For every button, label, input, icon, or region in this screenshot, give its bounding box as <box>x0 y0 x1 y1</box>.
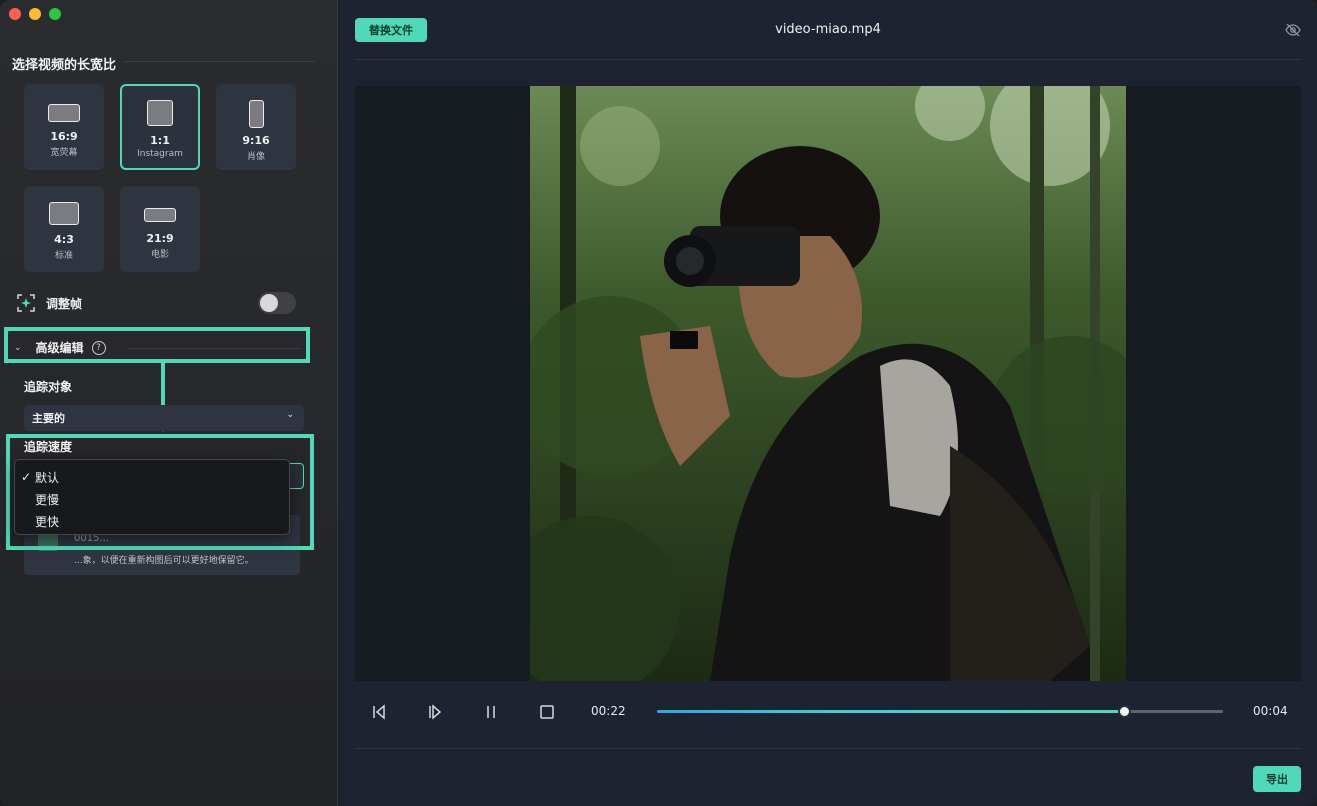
track-speed-label: 追踪速度 <box>24 440 73 454</box>
adjust-frame-label: 调整帧 <box>46 296 83 311</box>
toggle-knob <box>260 294 278 312</box>
top-bar: 替换文件 video-miao.mp4 <box>355 18 1301 46</box>
aspect-ratio-value: 21:9 <box>146 232 174 245</box>
close-window-button[interactable] <box>9 8 21 20</box>
track-target-label: 追踪对象 <box>24 380 73 394</box>
advanced-edit-header[interactable]: ⌄ 高级编辑 ? <box>14 339 106 356</box>
adjust-frame-toggle[interactable] <box>258 292 296 314</box>
standard-icon <box>49 202 79 225</box>
chevron-down-icon: ⌄ <box>286 410 294 420</box>
aspect-ratio-label: 肖像 <box>246 152 265 162</box>
progress-thumb[interactable] <box>1117 705 1131 718</box>
aspect-ratio-value: 1:1 <box>150 134 170 147</box>
widescreen-icon <box>48 104 80 122</box>
info-card-description: ...象，以便在重新构图后可以更好地保留它。 <box>74 556 254 566</box>
aspect-ratio-label: 电影 <box>150 250 169 260</box>
divider <box>355 748 1301 749</box>
aspect-ratio-label: 标准 <box>54 251 73 261</box>
aspect-ratio-value: 9:16 <box>242 134 270 147</box>
aspect-ratio-label: 宽荧幕 <box>50 148 78 158</box>
adjust-frame-row: 调整帧 <box>16 290 296 316</box>
chevron-down-icon: ⌄ <box>14 342 22 353</box>
export-button[interactable]: 导出 <box>1253 766 1301 792</box>
dropdown-option-default[interactable]: ✓ 默认 <box>15 466 289 488</box>
main-panel: 替换文件 video-miao.mp4 00:22 00:04 导出 <box>339 0 1317 806</box>
dropdown-option-faster[interactable]: 更快 <box>15 510 289 532</box>
aspect-option-16-9[interactable]: 16:9 宽荧幕 <box>24 84 104 170</box>
help-icon[interactable]: ? <box>91 340 106 355</box>
dropdown-option-label: 更慢 <box>35 492 60 507</box>
aspect-option-4-3[interactable]: 4:3 标准 <box>24 186 104 272</box>
checkmark-icon: ✓ <box>21 470 32 484</box>
divider <box>128 348 301 349</box>
aspect-option-21-9[interactable]: 21:9 电影 <box>120 186 200 272</box>
video-frame-image <box>530 86 1126 681</box>
zoom-window-button[interactable] <box>49 8 61 20</box>
aspect-ratio-value: 4:3 <box>54 233 74 246</box>
aspect-ratio-label: Instagram <box>137 149 183 159</box>
progress-fill <box>657 710 1124 713</box>
dropdown-option-label: 更快 <box>35 514 60 529</box>
track-target-select[interactable]: 主要的 ⌄ <box>24 405 304 431</box>
aspect-ratio-grid: 16:9 宽荧幕 1:1 Instagram 9:16 肖像 4:3 标准 21… <box>24 84 300 272</box>
divider <box>355 59 1301 60</box>
aspect-option-1-1[interactable]: 1:1 Instagram <box>120 84 200 170</box>
sidebar: 选择视频的长宽比 16:9 宽荧幕 1:1 Instagram 9:16 肖像 … <box>0 0 338 806</box>
video-preview <box>355 86 1301 681</box>
adjust-frame-icon <box>17 294 35 312</box>
eye-slash-icon[interactable] <box>1285 22 1301 38</box>
aspect-option-9-16[interactable]: 9:16 肖像 <box>216 84 296 170</box>
aspect-ratio-value: 16:9 <box>50 130 78 143</box>
square-icon <box>147 100 173 126</box>
divider <box>124 61 315 62</box>
step-back-icon[interactable] <box>369 702 389 722</box>
remaining-time: 00:04 <box>1253 704 1288 718</box>
file-name-title: video-miao.mp4 <box>775 22 881 37</box>
minimize-window-button[interactable] <box>29 8 41 20</box>
progress-bar[interactable] <box>657 705 1223 718</box>
window-controls <box>9 8 61 20</box>
playback-controls: 00:22 00:04 <box>355 696 1301 728</box>
step-forward-icon[interactable] <box>425 702 445 722</box>
cinema-icon <box>144 208 176 222</box>
portrait-icon <box>248 100 264 128</box>
dropdown-option-slower[interactable]: 更慢 <box>15 488 289 510</box>
track-speed-dropdown: ✓ 默认 更慢 更快 <box>14 459 290 535</box>
track-target-value: 主要的 <box>32 412 65 425</box>
stop-icon[interactable] <box>537 702 557 722</box>
dropdown-option-label: 默认 <box>35 470 60 485</box>
advanced-edit-label: 高级编辑 <box>35 341 84 355</box>
pause-icon[interactable] <box>481 702 501 722</box>
aspect-ratio-title: 选择视频的长宽比 <box>12 58 117 73</box>
current-time: 00:22 <box>591 704 626 718</box>
app-window: 选择视频的长宽比 16:9 宽荧幕 1:1 Instagram 9:16 肖像 … <box>0 0 1317 806</box>
